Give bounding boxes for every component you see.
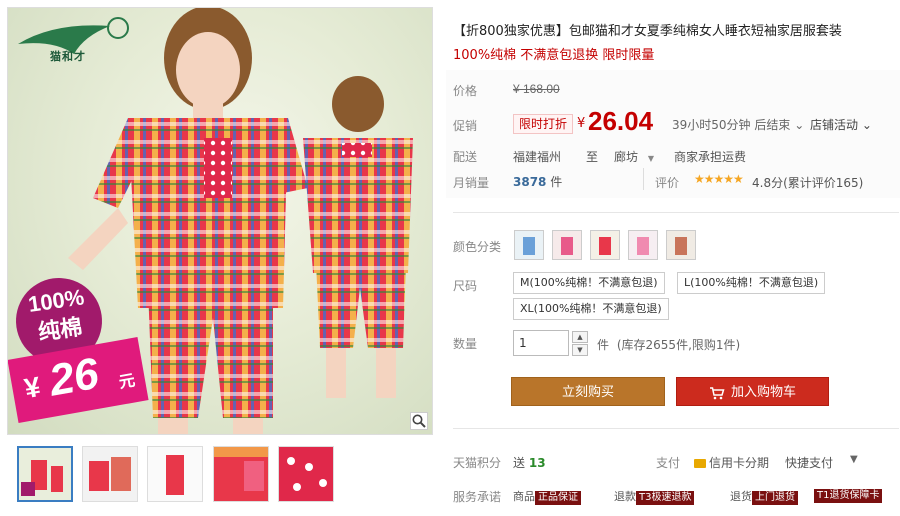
ship-to-word: 至 xyxy=(586,150,599,164)
color-option-3[interactable] xyxy=(590,230,620,260)
logo-text: 猫和才 xyxy=(50,50,86,63)
points-value: 送 13 xyxy=(513,454,546,471)
sales-count: 3878 xyxy=(513,175,547,189)
divider xyxy=(453,428,899,429)
service-label: 服务承诺 xyxy=(453,490,502,504)
store-promo-text: 店铺活动 xyxy=(810,118,859,132)
price-label: 价格 xyxy=(453,84,478,98)
color-option-2[interactable] xyxy=(552,230,582,260)
chevron-down-icon: ▼ xyxy=(577,346,583,354)
service-prefix: 退货 xyxy=(730,490,752,503)
sales-unit: 件 xyxy=(550,175,563,189)
product-title: 【折800独家优惠】包邮猫和才女夏季纯棉女人睡衣短袖家居服套装 xyxy=(453,24,842,39)
size-label: 尺码 xyxy=(453,279,478,293)
main-product-image[interactable]: 猫和才 100% 纯棉 ¥ 26 元 xyxy=(7,7,433,435)
ship-to-city-text: 廊坊 xyxy=(614,150,639,164)
zoom-button[interactable] xyxy=(410,412,428,430)
thumbnail-1[interactable] xyxy=(17,446,73,502)
quantity-decrease-button[interactable]: ▼ xyxy=(572,344,588,356)
color-swatch-image xyxy=(553,231,581,259)
size-option-xl[interactable]: XL(100%纯棉！不满意包退) xyxy=(513,298,669,320)
caret-down-icon: ▼ xyxy=(647,154,654,163)
color-option-1[interactable] xyxy=(514,230,544,260)
thumbnail-image xyxy=(148,447,202,501)
cart-icon xyxy=(709,386,725,399)
chevron-down-icon: ⌄ xyxy=(861,118,872,132)
thumbnail-image xyxy=(279,447,333,501)
promo-tag: 限时打折 xyxy=(513,114,574,134)
badge-unit: 元 xyxy=(117,370,137,392)
service-return-card[interactable]: T1退货保障卡 xyxy=(814,488,883,503)
buy-now-button[interactable]: 立刻购买 xyxy=(511,377,665,406)
quantity-input[interactable]: 1 xyxy=(513,330,569,356)
points-prefix: 送 xyxy=(513,456,526,470)
sales-label: 月销量 xyxy=(453,176,490,190)
current-price: 26.04 xyxy=(588,106,654,136)
ship-from: 福建福州 xyxy=(513,150,562,164)
credit-card-icon xyxy=(694,459,706,468)
credit-installment-link[interactable]: 信用卡分期 xyxy=(694,454,769,471)
credit-installment-text: 信用卡分期 xyxy=(709,456,770,470)
countdown-text: 39小时50分钟 后结束 xyxy=(672,118,791,132)
currency-symbol: ¥ xyxy=(577,116,586,131)
color-swatch-image xyxy=(629,231,657,259)
thumbnail-image xyxy=(19,448,71,500)
quantity-increase-button[interactable]: ▲ xyxy=(572,331,588,343)
ship-to-city[interactable]: 廊坊 ▼ xyxy=(614,148,654,165)
original-price: ¥ 168.00 xyxy=(513,82,560,96)
color-swatch-image xyxy=(515,231,543,259)
thumbnail-4[interactable] xyxy=(213,446,269,502)
service-prefix: 退款 xyxy=(614,490,636,503)
pay-label: 支付 xyxy=(656,456,681,470)
color-option-5[interactable] xyxy=(666,230,696,260)
chevron-up-icon: ▲ xyxy=(577,333,583,341)
quick-pay-link[interactable]: 快捷支付 xyxy=(785,454,833,471)
thumbnail-image xyxy=(83,447,137,501)
quantity-label: 数量 xyxy=(453,337,478,351)
size-option-l[interactable]: L(100%纯棉！不满意包退) xyxy=(677,272,826,294)
thumbnail-image xyxy=(214,447,268,501)
chevron-down-icon: ⌄ xyxy=(794,118,805,132)
service-tag: 正品保证 xyxy=(535,491,581,505)
review-score-link[interactable]: 4.8分(累计评价165) xyxy=(752,174,863,191)
service-return[interactable]: 退货 上门退货 xyxy=(730,488,798,505)
caret-down-icon[interactable]: ▼ xyxy=(850,454,858,465)
quantity-unit: 件 xyxy=(597,338,610,352)
color-option-4[interactable] xyxy=(628,230,658,260)
color-swatch-image xyxy=(667,231,695,259)
points-number: 13 xyxy=(528,456,546,470)
color-swatch-image xyxy=(591,231,619,259)
review-label: 评价 xyxy=(655,176,680,190)
service-tag: T3极速退款 xyxy=(636,491,695,505)
service-refund[interactable]: 退款 T3极速退款 xyxy=(614,488,695,505)
promo-label: 促销 xyxy=(453,119,478,133)
brand-logo: 猫和才 xyxy=(14,14,132,66)
store-promo-dropdown[interactable]: 店铺活动 ⌄ xyxy=(810,116,872,133)
color-label: 颜色分类 xyxy=(453,240,502,254)
star-rating-icon: ★★★★★ xyxy=(694,172,744,186)
thumbnail-3[interactable] xyxy=(147,446,203,502)
divider xyxy=(643,168,644,190)
service-prefix: 商品 xyxy=(513,490,535,503)
stock-text: (库存2655件,限购1件) xyxy=(616,338,741,352)
shipping-fee: 商家承担运费 xyxy=(674,150,747,164)
thumbnail-5[interactable] xyxy=(278,446,334,502)
add-to-cart-label: 加入购物车 xyxy=(730,385,796,400)
service-tag: T1退货保障卡 xyxy=(814,489,883,503)
countdown-dropdown[interactable]: 39小时50分钟 后结束 ⌄ xyxy=(672,116,804,133)
divider xyxy=(453,212,899,213)
points-label: 天猫积分 xyxy=(453,456,502,470)
magnifier-icon xyxy=(412,414,426,428)
badge-price: 26 xyxy=(45,348,103,406)
monthly-sales: 3878 件 xyxy=(513,173,562,190)
badge-currency: ¥ xyxy=(22,370,43,405)
service-tag: 上门退货 xyxy=(752,491,798,505)
stock-info: 件 (库存2655件,限购1件) xyxy=(597,336,740,353)
add-to-cart-button[interactable]: 加入购物车 xyxy=(676,377,829,406)
shipping-label: 配送 xyxy=(453,150,478,164)
size-option-m[interactable]: M(100%纯棉！不满意包退) xyxy=(513,272,665,294)
product-subtitle: 100%纯棉 不满意包退换 限时限量 xyxy=(453,48,655,63)
thumbnail-2[interactable] xyxy=(82,446,138,502)
service-genuine[interactable]: 商品 正品保证 xyxy=(513,488,581,505)
